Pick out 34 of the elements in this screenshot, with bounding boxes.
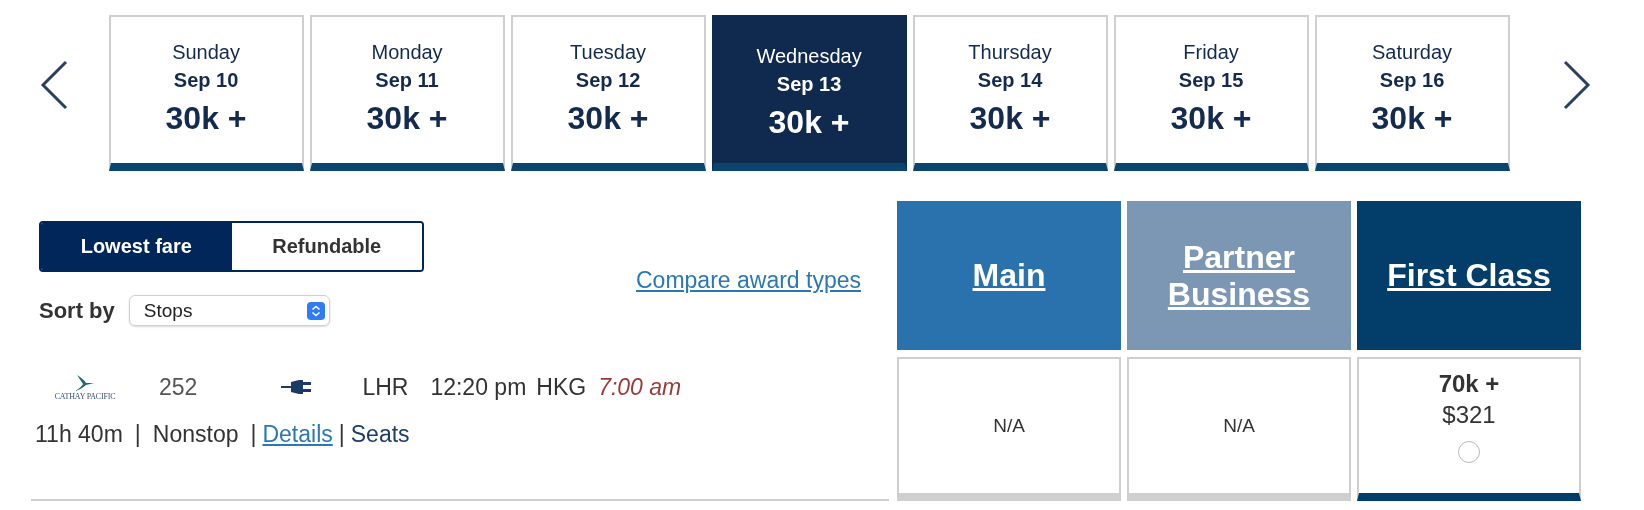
dropdown-arrows-icon	[306, 301, 325, 320]
arrival-time: 7:00 am	[598, 373, 682, 401]
compare-award-types-link[interactable]: Compare award types	[636, 267, 861, 294]
fare-type-link[interactable]: First Class	[1367, 257, 1571, 294]
separator: |	[134, 421, 141, 448]
origin-airport: LHR	[362, 373, 409, 401]
fare-toggle-option[interactable]: Lowest fare	[41, 223, 232, 270]
date-tab[interactable]: Monday Sep 11 30k +	[309, 15, 505, 171]
separator: |	[338, 421, 345, 448]
flight-duration: 11h 40m	[35, 421, 123, 448]
date-tab[interactable]: Friday Sep 15 30k +	[1113, 15, 1309, 171]
flight-number: 252	[159, 373, 198, 401]
not-available-text: N/A	[1223, 415, 1255, 437]
date-tab[interactable]: Thursday Sep 14 30k +	[912, 15, 1108, 171]
sort-label: Sort by	[39, 297, 115, 324]
fare-miles: 70k +	[1438, 369, 1500, 399]
separator: |	[250, 421, 257, 448]
date-tab[interactable]: Sunday Sep 10 30k +	[108, 15, 304, 171]
stops-text: Nonstop	[152, 421, 239, 448]
plug-icon	[281, 379, 314, 395]
fare-radio-button[interactable]	[1458, 441, 1480, 463]
fare-cell[interactable]: 70k + $321	[1357, 357, 1581, 501]
details-link[interactable]: Details	[262, 421, 333, 448]
not-available-text: N/A	[993, 415, 1025, 437]
seats-link[interactable]: Seats	[350, 421, 410, 448]
date-tab[interactable]: Saturday Sep 16 30k +	[1314, 15, 1510, 171]
destination-airport: HKG	[536, 373, 587, 401]
date-tab[interactable]: Wednesday Sep 13 30k +	[711, 15, 907, 171]
sort-dropdown[interactable]: Stops	[128, 295, 330, 326]
airline-name: CATHAY PACIFIC	[54, 391, 116, 401]
fare-type-link[interactable]: Main	[952, 257, 1066, 294]
fare-price: $321	[1442, 400, 1496, 430]
departure-time: 12:20 pm	[430, 373, 527, 401]
date-tab[interactable]: Tuesday Sep 12 30k +	[510, 15, 706, 171]
